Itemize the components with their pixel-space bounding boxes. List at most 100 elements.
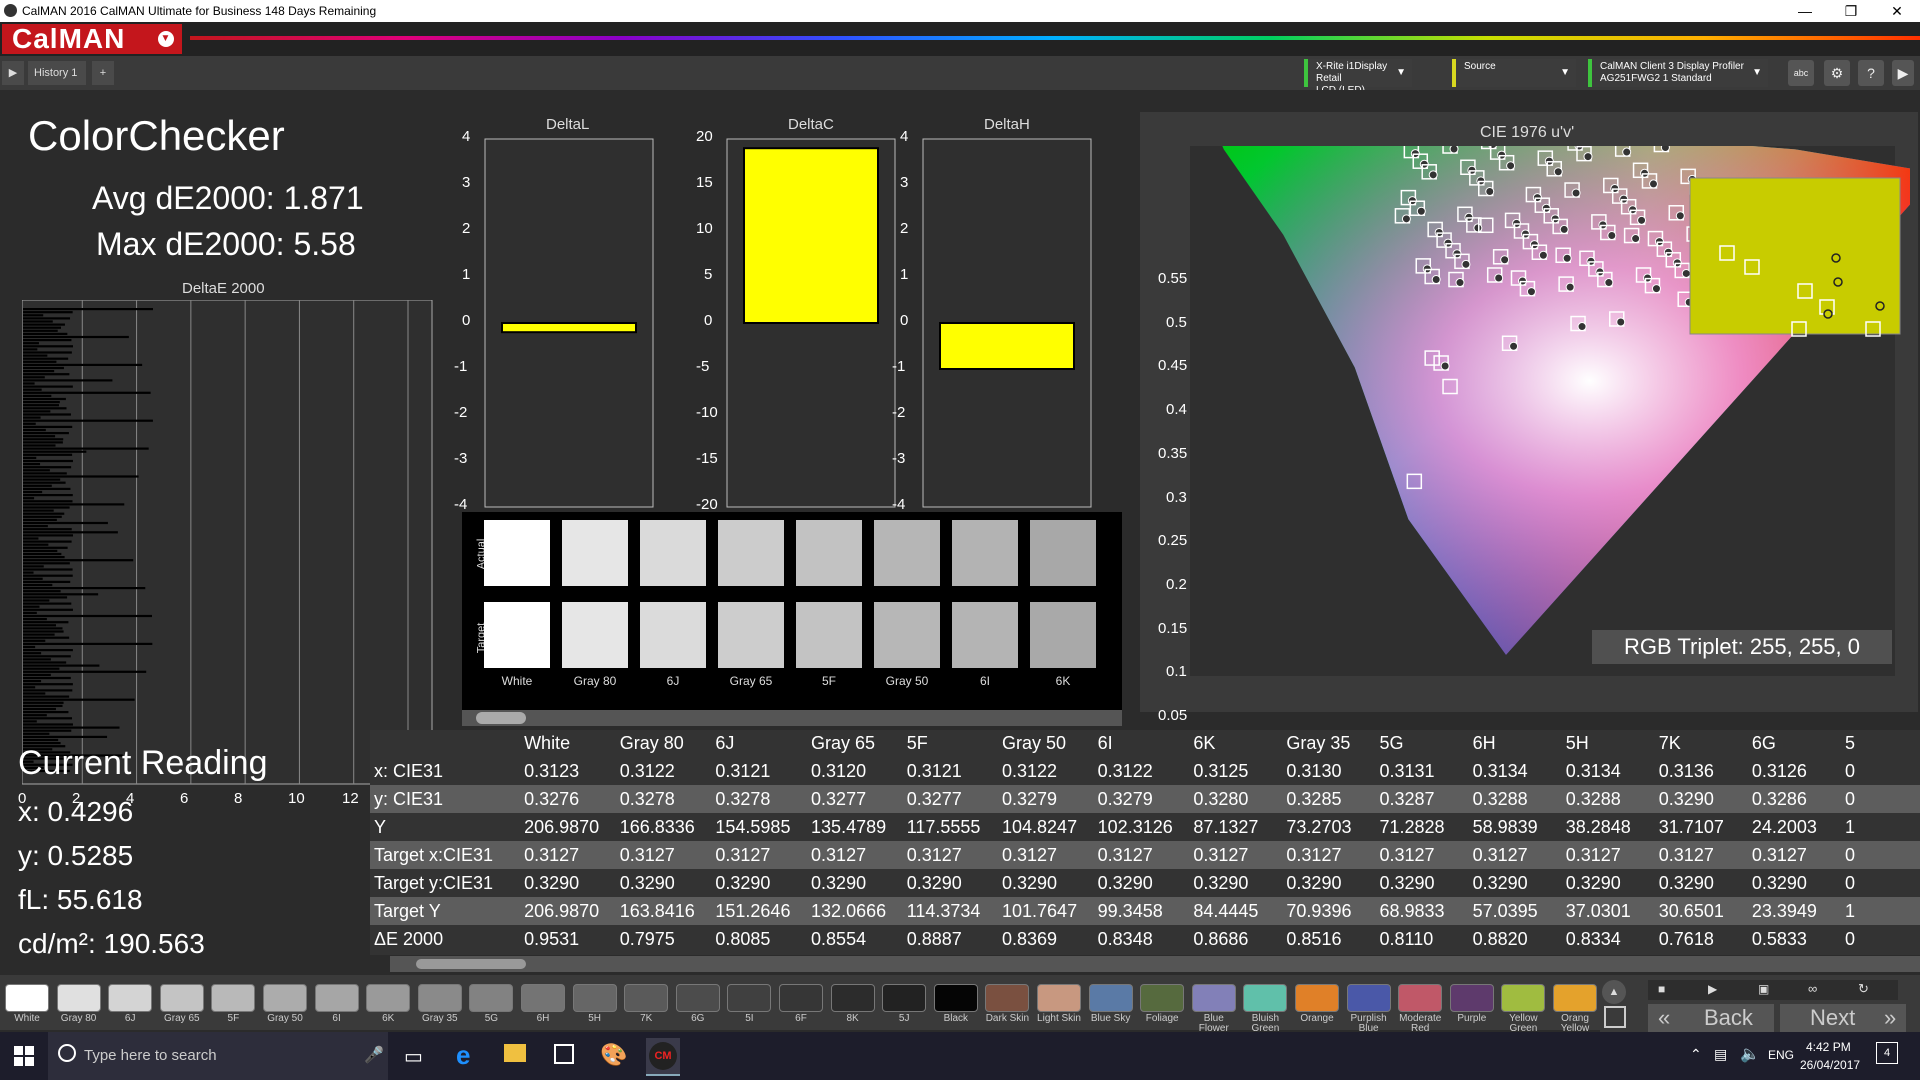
table-cell: 163.8416 <box>615 897 712 925</box>
close-icon[interactable]: ✕ <box>1874 0 1920 22</box>
table-column-header[interactable]: Gray 65 <box>807 730 903 757</box>
patch-swatch[interactable]: Blue Sky <box>1086 979 1136 1029</box>
play-icon[interactable]: ▶ <box>1708 982 1717 996</box>
source-selector[interactable]: Source ▼ <box>1452 59 1576 87</box>
patch-swatch[interactable]: 6I <box>312 979 362 1029</box>
patch-swatch[interactable]: Orange <box>1292 979 1342 1029</box>
patch-swatch[interactable]: Bluish Green <box>1240 979 1290 1034</box>
table-column-header[interactable]: 5H <box>1562 730 1655 757</box>
table-scrollbar[interactable] <box>390 956 1920 972</box>
scrollbar-thumb[interactable] <box>416 959 526 969</box>
patch-swatch[interactable]: Dark Skin <box>982 979 1032 1029</box>
edge-browser-icon[interactable]: e <box>456 1040 470 1071</box>
table-column-header[interactable]: 6K <box>1189 730 1282 757</box>
notification-icon[interactable]: 4 <box>1876 1042 1898 1064</box>
network-icon[interactable]: ▤ <box>1714 1046 1727 1063</box>
patch-swatch[interactable]: Purple <box>1447 979 1497 1029</box>
task-view-icon[interactable]: ▭ <box>404 1044 423 1069</box>
patch-swatch[interactable]: 5H <box>570 979 620 1029</box>
display-selector[interactable]: CalMAN Client 3 Display Profiler AG251FW… <box>1588 59 1768 87</box>
table-column-header[interactable]: 6J <box>711 730 807 757</box>
patch-swatch[interactable]: 6G <box>673 979 723 1029</box>
patch-swatch[interactable]: Gray 35 <box>415 979 465 1029</box>
minimize-icon[interactable]: — <box>1782 0 1828 22</box>
loop-icon[interactable]: ∞ <box>1808 981 1817 996</box>
add-tab-button[interactable]: + <box>92 61 114 85</box>
maximize-icon[interactable]: ❐ <box>1828 0 1874 22</box>
calman-taskbar-icon[interactable]: CM <box>646 1038 680 1076</box>
swatch-scrollbar[interactable] <box>462 710 1122 726</box>
deltae-bar <box>23 425 73 428</box>
file-explorer-icon[interactable] <box>504 1044 526 1062</box>
gear-icon[interactable]: ⚙ <box>1824 60 1850 86</box>
patch-swatch[interactable]: Orang Yellow <box>1550 979 1600 1034</box>
patch-swatch[interactable]: White <box>2 979 52 1029</box>
stop-icon[interactable] <box>1604 1006 1626 1028</box>
calman-menu-button[interactable]: CalMAN ▼ <box>2 24 182 54</box>
cie-y-tick: 0.4 <box>1166 401 1187 419</box>
stop-square-icon[interactable]: ■ <box>1658 982 1665 996</box>
deltae-bar <box>23 441 63 444</box>
table-cell: 154.5985 <box>715 816 791 837</box>
table-column-header[interactable]: 5G <box>1376 730 1469 757</box>
patch-swatch[interactable]: 8K <box>828 979 878 1029</box>
clock-time[interactable]: 4:42 PM <box>1806 1040 1851 1054</box>
table-column-header[interactable]: 6G <box>1748 730 1841 757</box>
table-column-header[interactable]: 7K <box>1655 730 1748 757</box>
table-column-header[interactable]: White <box>520 730 616 757</box>
volume-icon[interactable]: 🔈 <box>1740 1044 1760 1064</box>
table-column-header[interactable]: 5 <box>1841 730 1920 757</box>
patch-swatch[interactable]: Light Skin <box>1034 979 1084 1029</box>
table-column-header[interactable]: Gray 35 <box>1282 730 1375 757</box>
microphone-icon[interactable]: 🎤 <box>364 1045 384 1065</box>
store-icon[interactable] <box>554 1044 574 1064</box>
save-icon[interactable]: ▣ <box>1758 982 1769 996</box>
play-icon[interactable]: ▶ <box>2 61 24 85</box>
table-column-header[interactable]: 5F <box>903 730 998 757</box>
patch-swatch[interactable]: Foliage <box>1137 979 1187 1029</box>
patch-swatch[interactable]: Gray 50 <box>260 979 310 1029</box>
patch-swatch[interactable]: 5J <box>879 979 929 1029</box>
tab-history-1[interactable]: History 1 <box>28 61 86 85</box>
table-column-header[interactable]: Gray 80 <box>616 730 712 757</box>
clock-date[interactable]: 26/04/2017 <box>1800 1058 1860 1072</box>
patch-label: Purple <box>1457 1013 1487 1024</box>
patch-swatch[interactable]: 7K <box>621 979 671 1029</box>
abc-icon[interactable]: abc <box>1788 60 1814 86</box>
help-icon[interactable]: ? <box>1858 60 1884 86</box>
tray-chevron-icon[interactable]: ⌃ <box>1690 1046 1702 1063</box>
patch-swatch[interactable]: Yellow Green <box>1498 979 1548 1034</box>
table-column-header[interactable]: 6I <box>1094 730 1190 757</box>
meter-selector[interactable]: X-Rite i1Display Retail LCD (LED) ▼ <box>1304 59 1412 96</box>
patch-swatch[interactable]: Purplish Blue <box>1344 979 1394 1034</box>
patch-swatch[interactable]: 5I <box>724 979 774 1029</box>
refresh-icon[interactable]: ↻ <box>1858 981 1869 997</box>
next-button[interactable]: Next » <box>1780 1004 1906 1032</box>
patch-swatch[interactable]: 6H <box>518 979 568 1029</box>
language-indicator[interactable]: ENG <box>1768 1048 1794 1062</box>
cie-actual-marker <box>1473 223 1483 233</box>
patch-swatch[interactable]: Gray 65 <box>157 979 207 1029</box>
back-button[interactable]: « Back <box>1648 1004 1774 1032</box>
up-icon[interactable]: ▲ <box>1602 980 1626 1004</box>
cie-actual-marker <box>1631 234 1641 244</box>
windows-start-icon[interactable] <box>14 1046 34 1066</box>
patch-swatch[interactable]: Moderate Red <box>1395 979 1445 1034</box>
patch-swatch[interactable]: 6K <box>363 979 413 1029</box>
search-box[interactable]: Type here to search 🎤 <box>48 1032 388 1080</box>
patch-swatch[interactable]: 5F <box>208 979 258 1029</box>
patch-swatch[interactable]: 6J <box>105 979 155 1029</box>
patch-swatch[interactable]: Black <box>931 979 981 1029</box>
table-column-header[interactable]: 6H <box>1469 730 1562 757</box>
patch-swatch[interactable]: 5G <box>466 979 516 1029</box>
target-swatch <box>952 602 1018 668</box>
collapse-icon[interactable]: ▶ <box>1892 60 1914 86</box>
paint-icon[interactable]: 🎨 <box>600 1042 627 1068</box>
patch-swatch[interactable]: Gray 80 <box>54 979 104 1029</box>
patch-label: Light Skin <box>1037 1013 1081 1024</box>
patch-color <box>1243 984 1288 1012</box>
patch-swatch[interactable]: 6F <box>776 979 826 1029</box>
scrollbar-thumb[interactable] <box>476 712 526 724</box>
patch-swatch[interactable]: Blue Flower <box>1189 979 1239 1034</box>
table-column-header[interactable]: Gray 50 <box>998 730 1094 757</box>
